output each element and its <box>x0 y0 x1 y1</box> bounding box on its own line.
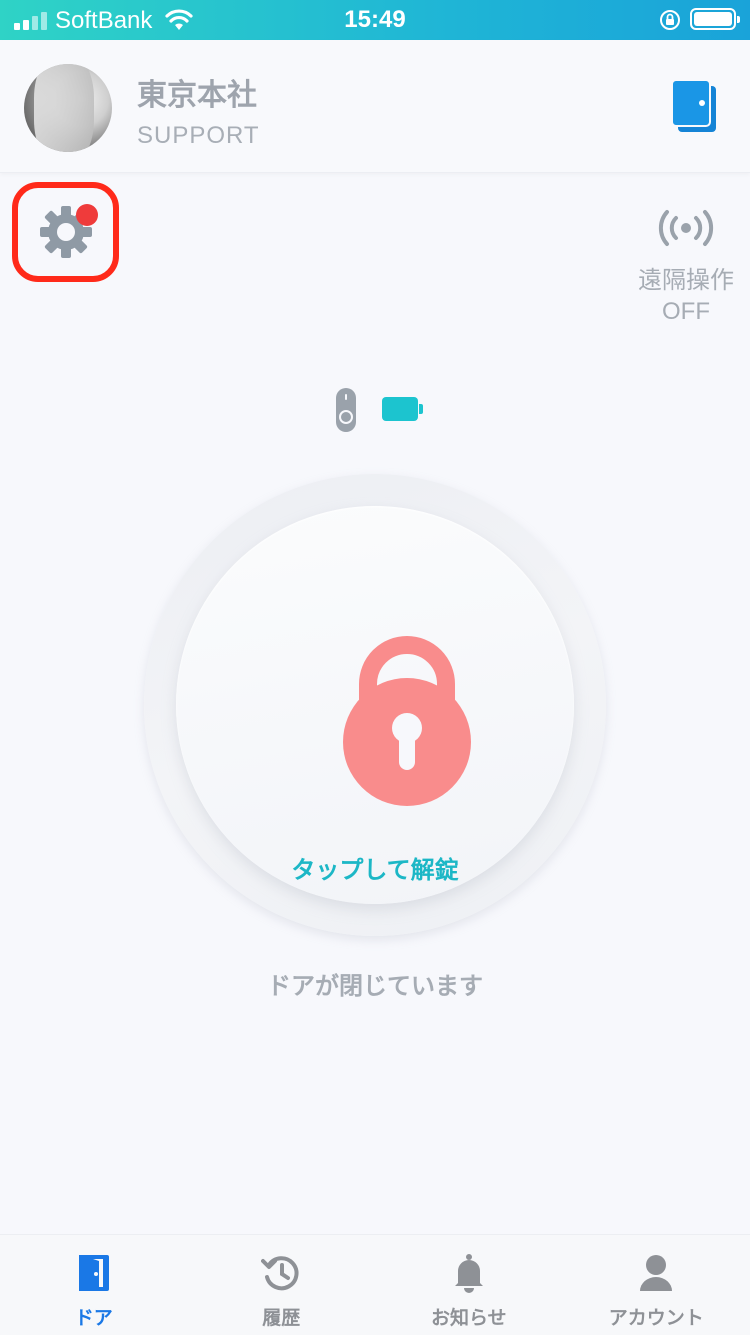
status-bar: SoftBank 15:49 <box>0 0 750 40</box>
user-role: SUPPORT <box>137 122 260 150</box>
tap-to-unlock-label: タップして解錠 <box>176 850 574 885</box>
rotation-lock-icon <box>658 8 682 32</box>
smart-lock-device-icon <box>334 387 358 433</box>
tab-notifications-label: お知らせ <box>375 1303 563 1330</box>
device-battery-icon <box>382 397 418 421</box>
remote-control-toggle[interactable]: 遠隔操作 OFF <box>626 208 746 328</box>
remote-control-label: 遠隔操作 <box>626 264 746 296</box>
unlock-button-ring: タップして解錠 <box>144 474 606 936</box>
tab-door-label: ドア <box>0 1303 188 1330</box>
person-icon <box>638 1253 674 1293</box>
remote-control-state: OFF <box>626 296 746 328</box>
tab-history[interactable]: 履歴 <box>188 1235 376 1335</box>
header: 東京本社 SUPPORT <box>0 40 750 173</box>
tab-notifications[interactable]: お知らせ <box>375 1235 563 1335</box>
padlock-icon <box>342 632 472 810</box>
settings-button[interactable] <box>12 182 119 282</box>
clock: 15:49 <box>0 6 750 34</box>
unlock-button[interactable]: タップして解錠 <box>176 506 574 904</box>
broadcast-icon <box>656 208 716 248</box>
door-icon <box>77 1253 111 1293</box>
tab-account-label: アカウント <box>563 1303 750 1330</box>
history-icon <box>261 1253 301 1293</box>
tab-account[interactable]: アカウント <box>563 1235 750 1335</box>
tab-door[interactable]: ドア <box>0 1235 188 1335</box>
notification-dot <box>76 204 98 226</box>
tab-history-label: 履歴 <box>188 1303 376 1330</box>
company-name: 東京本社 <box>137 70 257 114</box>
battery-icon <box>690 8 736 30</box>
avatar[interactable] <box>24 64 112 152</box>
tab-bar: ドア 履歴 お知らせ アカウント <box>0 1234 750 1335</box>
door-status-text: ドアが閉じています <box>0 966 750 1001</box>
bell-icon <box>452 1253 486 1293</box>
switch-door-icon[interactable] <box>668 78 720 136</box>
